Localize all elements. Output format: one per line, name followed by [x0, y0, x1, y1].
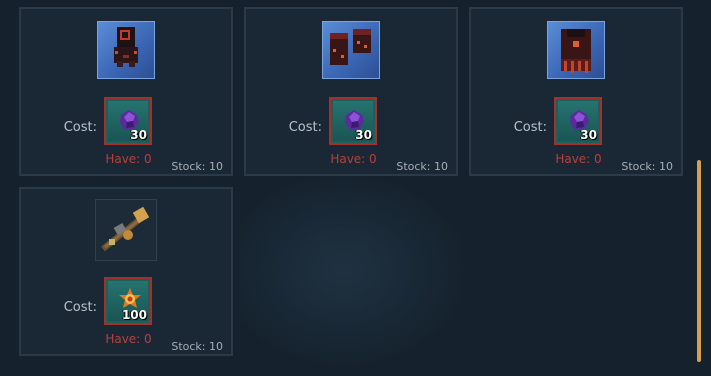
cost-slot[interactable]: 30: [329, 97, 377, 145]
cost-label: Cost:: [63, 120, 97, 135]
background-silhouette: [240, 170, 470, 370]
scrollbar-thumb[interactable]: [697, 160, 701, 362]
shop-item-card[interactable]: Cost: 30 Have: 0 Stock: 10: [469, 7, 683, 176]
shop-item-card[interactable]: Cost: 30 Have: 0 Stock: 10: [244, 7, 458, 176]
cost-slot[interactable]: 100: [104, 277, 152, 325]
stock-count: Stock: 10: [621, 160, 673, 173]
shop-item-card[interactable]: Cost: 100 Have: 0 Stock: 10: [19, 187, 233, 356]
dark-helmet-icon: [97, 21, 155, 79]
stock-count: Stock: 10: [171, 160, 223, 173]
dark-chestplate-icon: [547, 21, 605, 79]
have-count: Have: 0: [555, 152, 602, 166]
cost-quantity: 30: [130, 128, 147, 142]
have-count: Have: 0: [105, 332, 152, 346]
cost-quantity: 30: [355, 128, 372, 142]
cost-slot[interactable]: 30: [554, 97, 602, 145]
cost-quantity: 30: [580, 128, 597, 142]
cost-label: Cost:: [288, 120, 322, 135]
cost-label: Cost:: [513, 120, 547, 135]
have-count: Have: 0: [330, 152, 377, 166]
cost-quantity: 100: [121, 308, 147, 322]
cost-slot[interactable]: 30: [104, 97, 152, 145]
dark-gauntlets-icon: [322, 21, 380, 79]
have-count: Have: 0: [105, 152, 152, 166]
crossbow-icon: [95, 199, 157, 261]
stock-count: Stock: 10: [396, 160, 448, 173]
stock-count: Stock: 10: [171, 340, 223, 353]
cost-label: Cost:: [63, 300, 97, 315]
shop-item-card[interactable]: Cost: 30 Have: 0 Stock: 10: [19, 7, 233, 176]
